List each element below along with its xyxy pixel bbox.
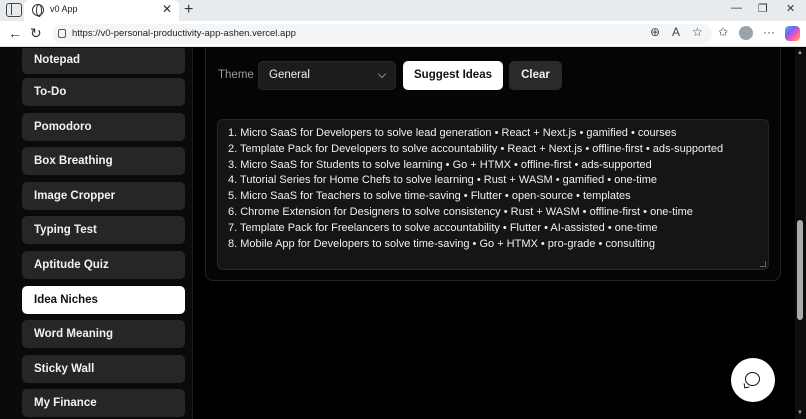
globe-icon <box>32 4 44 17</box>
sidebar-item-pomodoro[interactable]: Pomodoro <box>22 113 185 141</box>
tab-actions-icon[interactable] <box>6 3 22 17</box>
app-page: Notepad To-Do Pomodoro Box Breathing Ima… <box>0 48 806 419</box>
idea-line: 8. Mobile App for Developers to solve ti… <box>228 237 655 250</box>
theme-select[interactable]: General <box>258 61 396 90</box>
refresh-button[interactable]: ↻ <box>30 25 42 42</box>
idea-line: 5. Micro SaaS for Teachers to solve time… <box>228 190 631 203</box>
sidebar: Notepad To-Do Pomodoro Box Breathing Ima… <box>0 48 193 419</box>
idea-line: 7. Template Pack for Freelancers to solv… <box>228 221 658 234</box>
sidebar-item-box-breathing[interactable]: Box Breathing <box>22 147 185 175</box>
sidebar-item-notepad[interactable]: Notepad <box>22 48 185 74</box>
scroll-up-icon[interactable]: ▲ <box>797 50 803 56</box>
sidebar-item-idea-niches[interactable]: Idea Niches <box>22 286 185 314</box>
read-aloud-icon[interactable]: A <box>672 25 680 39</box>
idea-line: 1. Micro SaaS for Developers to solve le… <box>228 127 677 139</box>
sidebar-item-sticky-wall[interactable]: Sticky Wall <box>22 355 185 383</box>
ideas-textarea[interactable]: 1. Micro SaaS for Developers to solve le… <box>217 119 769 270</box>
close-window-button[interactable]: ✕ <box>786 2 795 15</box>
idea-line: 2. Template Pack for Developers to solve… <box>228 142 724 155</box>
copilot-icon[interactable] <box>785 26 800 41</box>
close-tab-icon[interactable]: ✕ <box>162 2 172 16</box>
idea-line: 4. Tutorial Series for Home Chefs to sol… <box>228 174 658 187</box>
more-icon[interactable]: ··· <box>763 25 775 39</box>
collections-icon[interactable]: ✩ <box>718 25 728 39</box>
restore-button[interactable]: ❐ <box>758 2 768 15</box>
tab-title: v0 App <box>50 4 78 14</box>
theme-label: Theme <box>218 69 254 81</box>
sidebar-item-word-meaning[interactable]: Word Meaning <box>22 320 185 348</box>
minimize-button[interactable]: — <box>731 2 742 14</box>
scroll-down-icon[interactable]: ▼ <box>797 410 803 416</box>
resize-handle-icon[interactable] <box>760 261 766 267</box>
theme-select-value: General <box>269 69 310 81</box>
address-bar: ← ↻ https://v0-personal-productivity-app… <box>0 21 806 47</box>
sidebar-item-typing-test[interactable]: Typing Test <box>22 216 185 244</box>
sidebar-item-my-finance[interactable]: My Finance <box>22 389 185 417</box>
suggest-ideas-button[interactable]: Suggest Ideas <box>403 61 503 90</box>
idea-line: 3. Micro SaaS for Students to solve lear… <box>228 158 652 171</box>
profile-avatar[interactable] <box>739 26 753 40</box>
sidebar-item-todo[interactable]: To-Do <box>22 78 185 106</box>
favorite-icon[interactable]: ☆ <box>692 25 703 39</box>
chat-bubble-icon <box>745 372 760 386</box>
scrollbar-thumb[interactable] <box>797 220 803 320</box>
back-button[interactable]: ← <box>8 25 22 41</box>
browser-tab[interactable]: v0 App ✕ <box>24 0 179 21</box>
browser-tab-bar: v0 App ✕ + — ❐ ✕ <box>0 0 806 21</box>
clear-button[interactable]: Clear <box>509 61 562 90</box>
sidebar-item-aptitude-quiz[interactable]: Aptitude Quiz <box>22 251 185 279</box>
chevron-down-icon <box>377 69 387 79</box>
zoom-icon[interactable]: ⊕ <box>650 25 660 39</box>
new-tab-button[interactable]: + <box>184 0 193 20</box>
idea-line: 6. Chrome Extension for Designers to sol… <box>228 205 693 218</box>
chat-button[interactable] <box>731 358 775 402</box>
url-field[interactable]: https://v0-personal-productivity-app-ash… <box>52 24 712 44</box>
sidebar-item-image-cropper[interactable]: Image Cropper <box>22 182 185 210</box>
lock-icon[interactable] <box>58 29 66 38</box>
url-text: https://v0-personal-productivity-app-ash… <box>72 28 296 39</box>
